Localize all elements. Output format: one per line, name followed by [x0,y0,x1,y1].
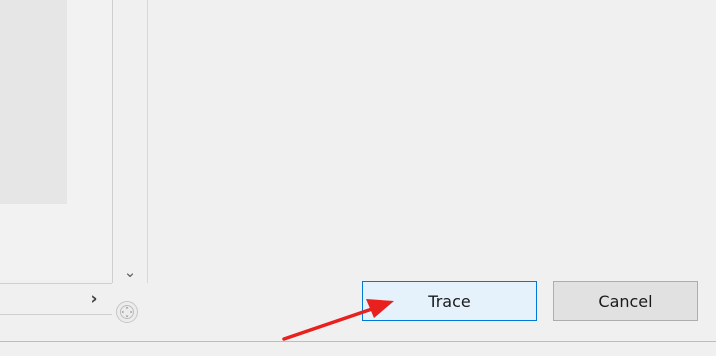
scroll-right-button[interactable]: › [84,288,104,310]
chevron-down-icon: ⌄ [123,263,137,281]
chevron-right-icon: › [90,289,98,309]
preview-pane [0,0,112,280]
scroll-down-button[interactable]: ⌄ [113,261,147,283]
preview-image-area [0,0,67,204]
cancel-button-label: Cancel [598,291,653,311]
trace-button[interactable]: Trace [362,281,537,321]
trace-button-label: Trace [428,291,471,311]
dialog-bottom-divider [0,341,716,342]
vertical-scrollbar[interactable]: ⌄ [112,0,148,283]
horizontal-scrollbar[interactable]: › [0,283,112,315]
trace-dialog: ⌄ › Trace Cancel [0,0,716,356]
pan-icon[interactable] [116,301,138,323]
cancel-button[interactable]: Cancel [553,281,698,321]
